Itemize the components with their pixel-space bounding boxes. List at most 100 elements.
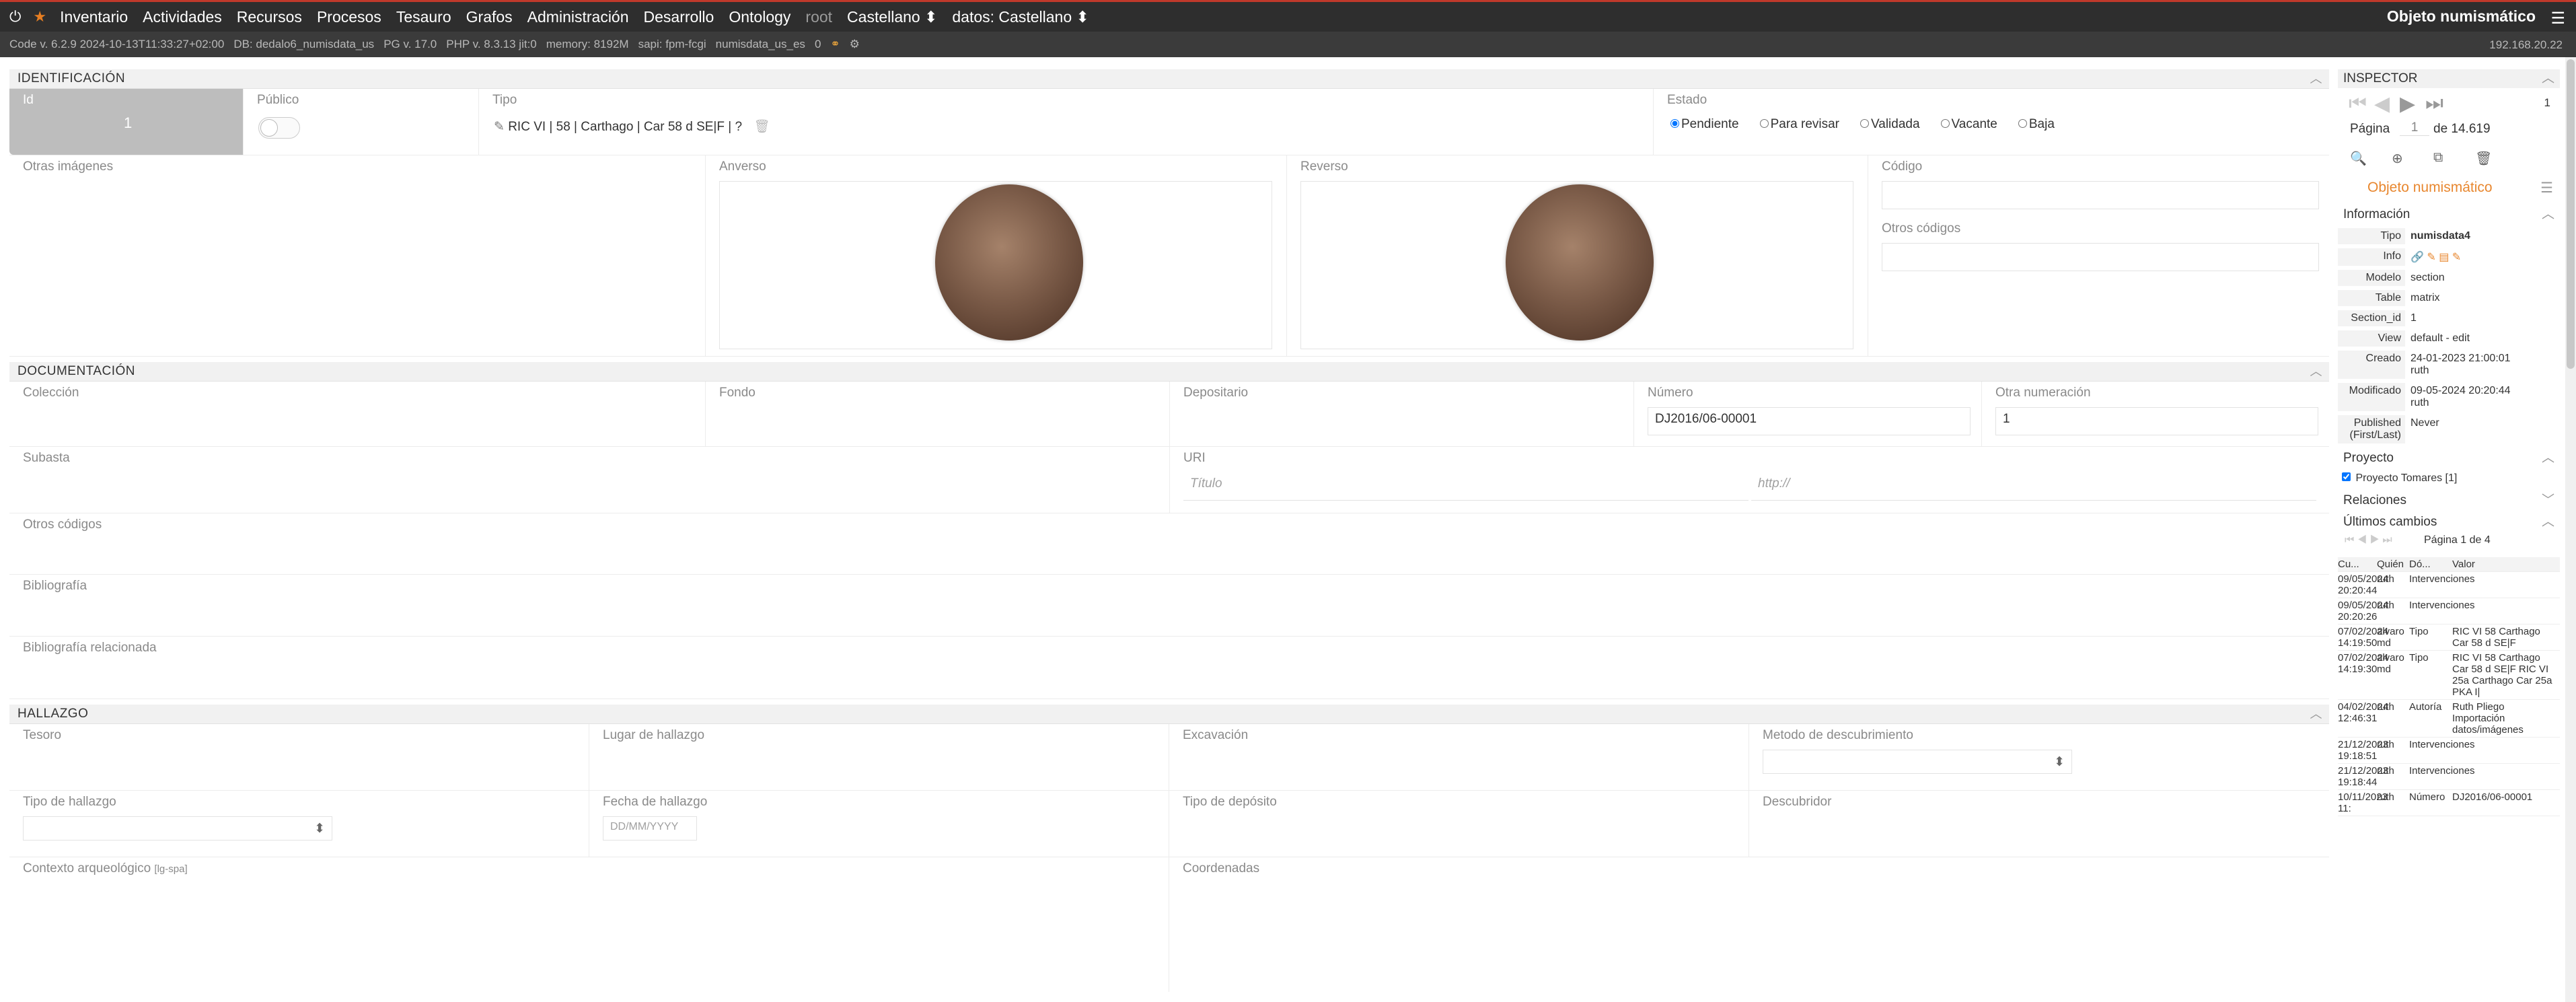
menu-ontology[interactable]: Ontology (729, 8, 790, 26)
chevron-up-icon[interactable]: ︿ (2310, 705, 2323, 723)
relaciones-head[interactable]: Relaciones ﹀ (2338, 491, 2560, 510)
anverso-coin-image[interactable] (935, 184, 1083, 341)
inspector-head[interactable]: INSPECTOR ︿ (2338, 69, 2560, 88)
menu-desarrollo[interactable]: Desarrollo (644, 8, 714, 26)
otra-numeracion-label: Otra numeración (1995, 386, 2091, 400)
table-row: 21/12/2023 19:18:51 ruth Intervenciones (2338, 738, 2560, 764)
chevron-up-icon[interactable]: ︿ (2310, 362, 2323, 381)
menu-administracion[interactable]: Administración (527, 8, 629, 26)
menu-recursos[interactable]: Recursos (237, 8, 302, 26)
proyecto-item[interactable]: Proyecto Tomares [1] (2338, 468, 2560, 487)
menu-actividades[interactable]: Actividades (143, 8, 222, 26)
fecha-cell: Fecha de hallazgo DD/MM/YYYY (589, 791, 1169, 857)
proyecto-head[interactable]: Proyecto ︿ (2338, 449, 2560, 468)
info-icons[interactable]: 🔗 ✎ ▤ ✎ (2405, 248, 2466, 266)
anverso-frame[interactable] (719, 181, 1272, 349)
info-row: Info 🔗 ✎ ▤ ✎ (2338, 248, 2560, 266)
estado-radio-group: Pendiente Para revisar Validada Vacante … (1667, 117, 2055, 132)
info-row: Table matrix (2338, 290, 2560, 306)
chevron-up-icon[interactable]: ︿ (2542, 205, 2554, 224)
php-version: PHP v. 8.3.13 jit:0 (446, 38, 537, 50)
gear-icon[interactable]: ⚙ (850, 38, 860, 51)
estado-para-revisar[interactable]: Para revisar (1757, 117, 1839, 132)
doc-row-3: Otros códigos (9, 513, 2329, 575)
otras-imagenes-label: Otras imágenes (23, 159, 114, 174)
code-version: Code v. 6.2.9 2024-10-13T11:33:27+02:00 (9, 38, 225, 50)
tipo-hallazgo-select[interactable]: ⬍ (23, 816, 332, 840)
hallazgo-row-1: Tesoro Lugar de hallazgo Excavación Meto… (9, 724, 2329, 791)
duplicate-icon[interactable]: ⧉ (2433, 150, 2443, 166)
reverso-coin-image[interactable] (1506, 184, 1654, 341)
menu-inventario[interactable]: Inventario (60, 8, 128, 26)
pencil-icon[interactable]: ✎ (494, 120, 505, 134)
otros-codigos-doc-label: Otros códigos (23, 517, 102, 532)
chevron-up-icon[interactable]: ︿ (2542, 449, 2554, 468)
tipo-hallazgo-label: Tipo de hallazgo (23, 795, 116, 809)
chevron-up-icon[interactable]: ︿ (2310, 69, 2323, 88)
estado-vacante[interactable]: Vacante (1938, 117, 1997, 132)
menu-icon[interactable]: ☰ (2550, 9, 2565, 28)
publico-cell: Público (244, 89, 479, 155)
uri-url-input[interactable]: http:// (1751, 472, 2316, 501)
uri-title-input[interactable]: Título (1183, 472, 1749, 501)
numero-field[interactable]: DJ2016/06-00001 (1648, 407, 1971, 435)
bibliografia-label: Bibliografía (23, 579, 87, 593)
otra-numeracion-field[interactable]: 1 (1995, 407, 2318, 435)
home-icon[interactable]: ★ (33, 8, 46, 26)
section-hallazgo[interactable]: HALLAZGO ︿ (9, 705, 2329, 724)
menu-procesos[interactable]: Procesos (317, 8, 381, 26)
contexto-label: Contexto arqueológico [lg-spa] (23, 861, 188, 875)
tipo-value[interactable]: RIC VI | 58 | Carthago | Car 58 d SE|F |… (508, 120, 742, 134)
lang-select[interactable]: Castellano ⬍ (847, 8, 937, 26)
anverso-label: Anverso (719, 159, 766, 174)
pagina-label: Página (2350, 122, 2390, 136)
chevron-up-icon[interactable]: ︿ (2542, 69, 2554, 88)
delete-icon[interactable]: 🗑 (2475, 150, 2492, 167)
codigo-field[interactable] (1882, 181, 2319, 209)
scrollbar-thumb[interactable] (2567, 59, 2575, 369)
section-identificacion[interactable]: IDENTIFICACIÓN ︿ (9, 69, 2329, 89)
estado-baja[interactable]: Baja (2015, 117, 2055, 132)
informacion-head[interactable]: Información ︿ (2338, 205, 2560, 224)
estado-pendiente[interactable]: Pendiente (1667, 117, 1739, 132)
chevron-up-icon[interactable]: ︿ (2542, 513, 2554, 532)
fecha-input[interactable]: DD/MM/YYYY (603, 816, 697, 840)
trash-icon[interactable]: 🗑 (753, 120, 770, 134)
estado-validada[interactable]: Validada (1857, 117, 1920, 132)
lugar-label: Lugar de hallazgo (603, 728, 705, 742)
pagina-input[interactable]: 1 (2400, 120, 2429, 136)
menu-grafos[interactable]: Grafos (466, 8, 513, 26)
object-title: Objeto numismático (2367, 180, 2493, 195)
last-record-icon[interactable]: ⏭ (2425, 92, 2443, 115)
reverso-frame[interactable] (1300, 181, 1853, 349)
proyecto-checkbox[interactable] (2342, 472, 2351, 481)
bibliografia-cell: Bibliografía (9, 575, 2329, 636)
link-icon[interactable]: ⚭ (830, 38, 840, 51)
codigo-label: Código (1882, 159, 1923, 174)
next-record-icon[interactable]: ▶ (2400, 92, 2415, 116)
ultimos-head[interactable]: Últimos cambios ︿ (2338, 513, 2560, 532)
section-documentacion[interactable]: DOCUMENTACIÓN ︿ (9, 362, 2329, 382)
add-icon[interactable]: ⊕ (2392, 150, 2403, 167)
metodo-select[interactable]: ⬍ (1763, 750, 2072, 774)
menu-tesauro[interactable]: Tesauro (396, 8, 451, 26)
search-icon[interactable]: 🔍 (2350, 150, 2367, 167)
power-icon[interactable]: ⏻ (9, 8, 21, 26)
user-name: root (805, 7, 833, 26)
list-icon[interactable]: ☰ (2540, 180, 2553, 196)
pg-version: PG v. 17.0 (383, 38, 437, 50)
table-row: 07/02/2024 14:19:30 alvaro md Tipo RIC VI 5… (2338, 651, 2560, 700)
changes-header: Cu... Quién Dó... Valor (2338, 557, 2560, 572)
first-record-icon[interactable]: ⏮ (2349, 92, 2367, 115)
changes-nav-icons[interactable]: ⏮ ◀ ▶ ⏭ (2345, 534, 2392, 546)
publico-toggle[interactable] (258, 117, 300, 139)
id-label: Id (23, 93, 34, 107)
doc-row-1: Colección Fondo Depositario Número DJ201… (9, 382, 2329, 447)
chevron-down-icon[interactable]: ﹀ (2542, 491, 2554, 510)
prev-record-icon[interactable]: ◀ (2374, 92, 2390, 116)
otros-codigos-field[interactable] (1882, 243, 2319, 271)
top-navbar: ⏻ ★ Inventario Actividades Recursos Proc… (0, 0, 2576, 32)
table-row: 04/02/2024 12:46:31 ruth Autoría Ruth Plieg… (2338, 700, 2560, 738)
info-row: Section_id 1 (2338, 310, 2560, 326)
data-lang-select[interactable]: datos: Castellano ⬍ (952, 8, 1089, 26)
